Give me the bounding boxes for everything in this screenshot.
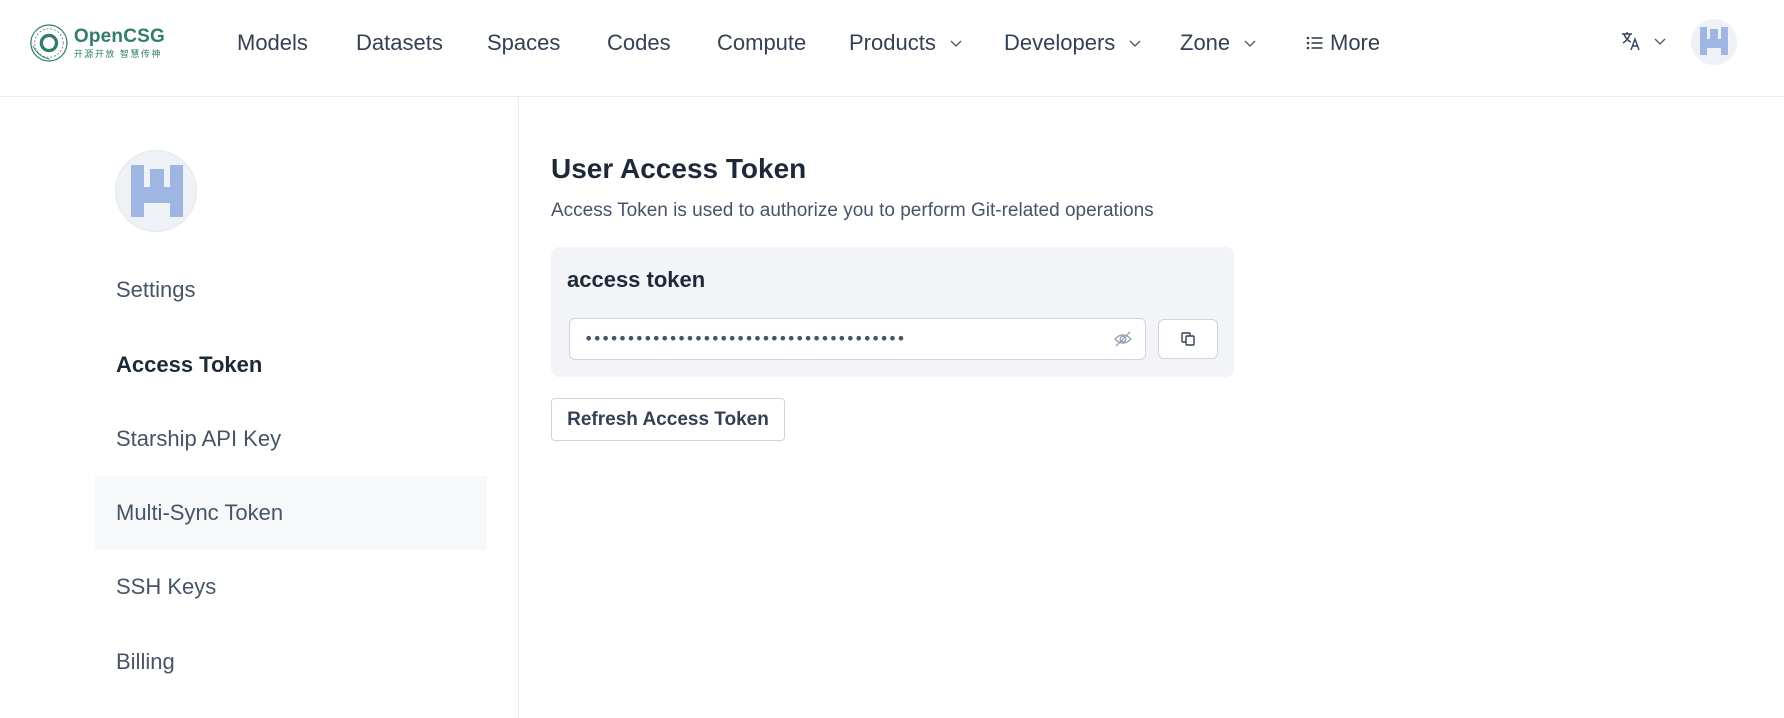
language-switcher[interactable] (1620, 30, 1666, 52)
nav-spaces-label: Spaces (487, 30, 561, 55)
sidebar-item-starship-api-key[interactable]: Starship API Key (95, 402, 487, 476)
nav-products[interactable]: Products (849, 23, 962, 63)
user-avatar[interactable] (1691, 19, 1737, 65)
top-header: OpenCSG 开源开放 智慧传神 Models Datasets Spaces… (0, 0, 1784, 97)
nav-compute[interactable]: Compute (717, 23, 806, 63)
nav-more[interactable]: More (1306, 23, 1380, 63)
sidebar-item-label: Settings (116, 277, 196, 302)
nav-models-label: Models (237, 30, 308, 55)
access-token-field[interactable]: •••••••••••••••••••••••••••••••••••••• (569, 318, 1146, 360)
nav-spaces[interactable]: Spaces (487, 23, 560, 63)
nav-developers-label: Developers (1004, 30, 1116, 55)
nav-developers[interactable]: Developers (1004, 23, 1141, 63)
nav-zone-label: Zone (1180, 30, 1231, 55)
refresh-access-token-button[interactable]: Refresh Access Token (551, 398, 785, 441)
nav-more-label: More (1330, 30, 1381, 55)
chevron-down-icon (1129, 40, 1141, 47)
chevron-down-icon (1654, 38, 1666, 45)
profile-avatar (115, 150, 197, 232)
logo-tagline: 开源开放 智慧传神 (73, 49, 162, 59)
sidebar-item-label: Starship API Key (116, 426, 282, 451)
eye-off-icon[interactable] (1113, 329, 1133, 349)
avatar-icon (1700, 27, 1728, 57)
nav-compute-label: Compute (717, 30, 807, 55)
avatar-icon (131, 165, 183, 219)
sidebar-item-label: Access Token (116, 352, 263, 377)
chevron-down-icon (1244, 40, 1256, 47)
token-value: •••••••••••••••••••••••••••••••••••••• (584, 329, 906, 348)
translate-icon (1622, 32, 1640, 51)
page-title: User Access Token (551, 153, 807, 184)
nav-codes-label: Codes (607, 30, 671, 55)
nav-zone[interactable]: Zone (1180, 23, 1256, 63)
sidebar-item-multi-sync-token[interactable]: Multi-Sync Token (95, 476, 487, 550)
nav-products-label: Products (849, 30, 936, 55)
token-label: access token (567, 267, 706, 292)
sidebar-item-label: Billing (116, 649, 175, 674)
nav-models[interactable]: Models (237, 23, 308, 63)
nav-datasets-label: Datasets (356, 30, 443, 55)
access-token-card: access token •••••••••••••••••••••••••••… (551, 247, 1234, 377)
page-description: Access Token is used to authorize you to… (551, 200, 1154, 221)
sidebar-item-access-token[interactable]: Access Token (95, 328, 487, 402)
nav-datasets[interactable]: Datasets (356, 23, 443, 63)
sidebar-item-settings[interactable]: Settings (95, 253, 487, 327)
opencsg-logo[interactable]: OpenCSG 开源开放 智慧传神 (29, 20, 165, 66)
copy-token-button[interactable] (1158, 319, 1218, 359)
sidebar-item-ssh-keys[interactable]: SSH Keys (95, 550, 487, 624)
chevron-down-icon (950, 40, 962, 47)
sidebar-item-billing[interactable]: Billing (95, 625, 487, 699)
logo-name: OpenCSG (73, 26, 165, 47)
opencsg-logo-icon (30, 24, 68, 62)
nav-codes[interactable]: Codes (607, 23, 671, 63)
list-icon (1306, 36, 1323, 50)
copy-icon (1181, 332, 1195, 346)
sidebar-item-label: SSH Keys (116, 574, 217, 599)
settings-sidebar: Settings Access Token Starship API Key M… (0, 97, 519, 718)
sidebar-item-label: Multi-Sync Token (116, 500, 284, 525)
